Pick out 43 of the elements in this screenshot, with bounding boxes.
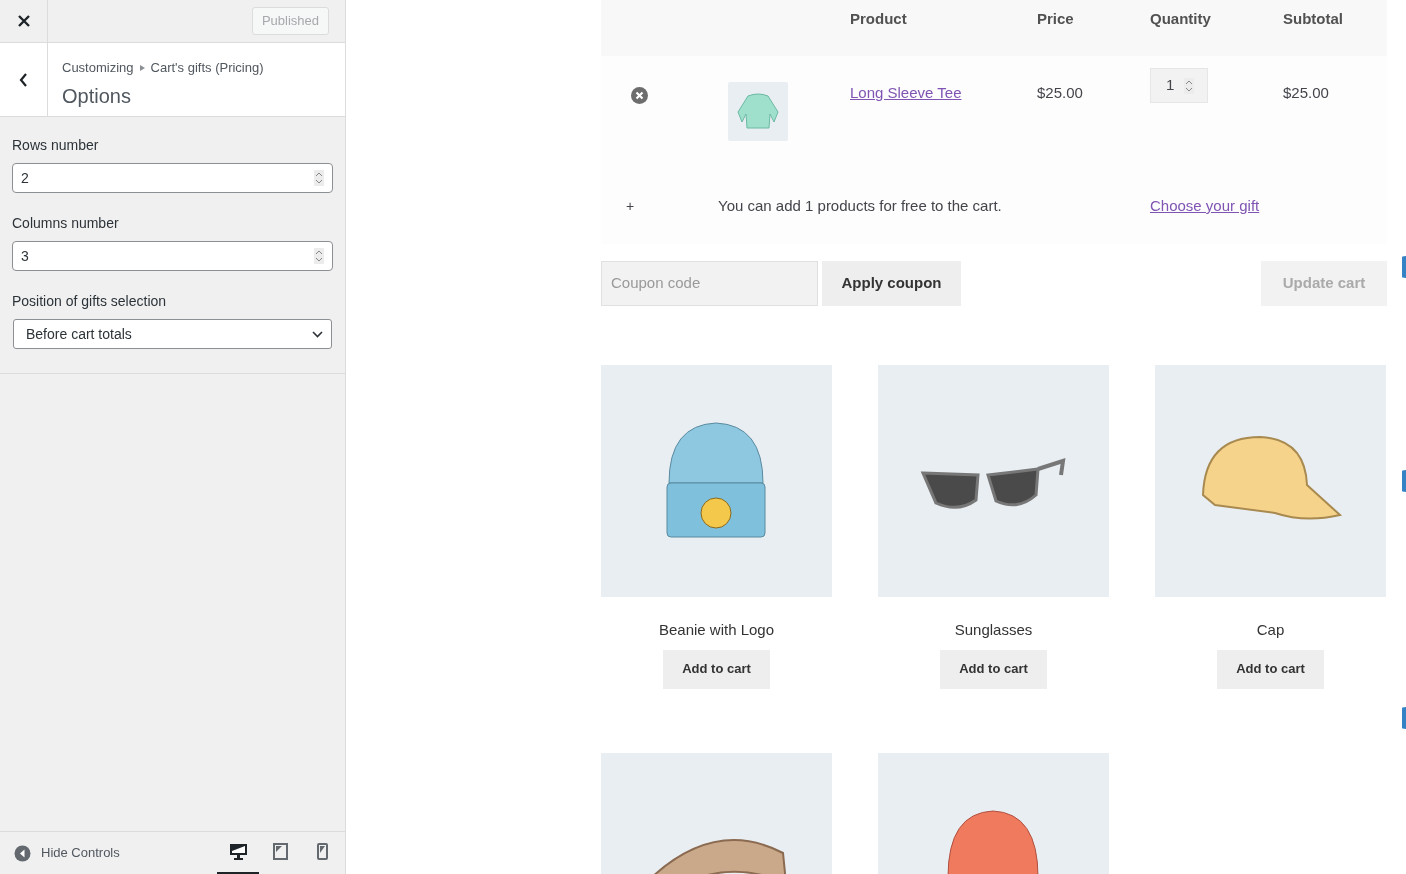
column-header: Price bbox=[1037, 10, 1074, 27]
product-name: Sunglasses bbox=[954, 620, 1033, 640]
column-header: Subtotal bbox=[1283, 10, 1343, 27]
chevron-down-icon bbox=[312, 330, 323, 338]
remove-item-icon[interactable] bbox=[631, 87, 648, 104]
product-name: Beanie with Logo bbox=[658, 620, 775, 640]
phone-icon bbox=[316, 843, 328, 860]
breadcrumb-text: Cart's gifts (Pricing) bbox=[150, 59, 264, 77]
breadcrumb-text: Customizing bbox=[62, 59, 134, 77]
add-to-cart-button[interactable]: Add to cart bbox=[1217, 649, 1324, 689]
back-icon bbox=[19, 72, 28, 87]
price-text: $25.00 bbox=[1037, 84, 1083, 101]
spinner-icon[interactable] bbox=[314, 248, 324, 264]
plus-text: + bbox=[626, 196, 636, 216]
column-header: Product bbox=[850, 10, 907, 27]
close-icon bbox=[17, 15, 30, 27]
number-field[interactable]: 3 bbox=[12, 241, 333, 271]
edit-shortcut-icon[interactable] bbox=[1402, 707, 1406, 729]
gift-message: You can add 1 products for free to the cart. bbox=[718, 195, 1003, 216]
edit-shortcut-icon[interactable] bbox=[1402, 470, 1406, 492]
breadcrumb-arrow-icon bbox=[139, 64, 145, 71]
product-link[interactable]: Long Sleeve Tee bbox=[850, 84, 962, 101]
select-field[interactable]: Before cart totals bbox=[13, 319, 332, 349]
monitor-icon bbox=[229, 843, 247, 860]
number-field[interactable]: 2 bbox=[12, 163, 333, 193]
field-label: Rows number bbox=[12, 136, 100, 155]
field-label: Columns number bbox=[12, 214, 120, 233]
column-header: Quantity bbox=[1150, 10, 1211, 27]
apply-coupon-button[interactable]: Apply coupon bbox=[822, 261, 961, 306]
add-to-cart-button[interactable]: Add to cart bbox=[663, 649, 770, 689]
add-to-cart-button[interactable]: Add to cart bbox=[940, 649, 1047, 689]
spinner-icon[interactable] bbox=[314, 170, 324, 186]
product-name: Cap bbox=[1256, 620, 1285, 640]
subtotal-text: $25.00 bbox=[1283, 84, 1329, 101]
section-title: Options bbox=[62, 83, 132, 109]
quantity-field[interactable]: 1 bbox=[1150, 68, 1208, 103]
tablet-icon bbox=[272, 843, 288, 860]
hide-controls-button[interactable]: Hide Controls bbox=[14, 843, 120, 863]
arrow-left-circle-icon bbox=[14, 844, 31, 862]
choose-gift-link[interactable]: Choose your gift bbox=[1150, 194, 1260, 218]
field-label: Position of gifts selection bbox=[12, 292, 168, 311]
edit-shortcut-icon[interactable] bbox=[1402, 256, 1406, 278]
spinner-icon[interactable] bbox=[1184, 77, 1195, 94]
